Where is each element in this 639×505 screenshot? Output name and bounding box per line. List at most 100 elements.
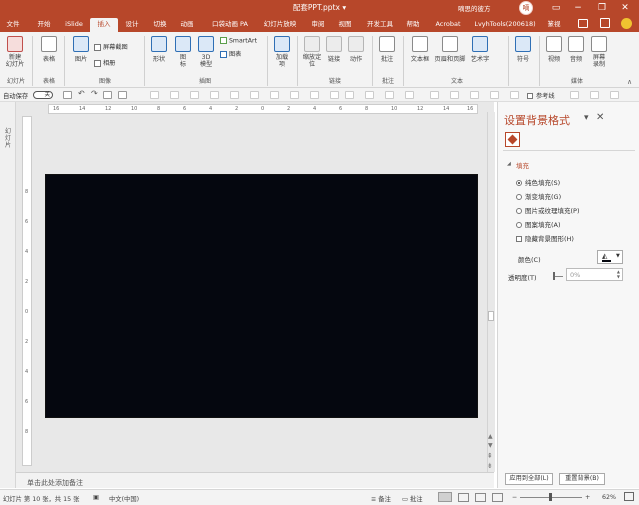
pane-options-icon[interactable]: ▾ bbox=[584, 113, 589, 123]
tab-review[interactable]: 审阅 bbox=[310, 16, 326, 32]
action-button[interactable]: 动作 bbox=[346, 36, 366, 63]
fit-to-window-icon[interactable] bbox=[624, 492, 634, 501]
toolbar-icon[interactable] bbox=[470, 91, 479, 99]
restore-icon[interactable]: ❐ bbox=[595, 2, 609, 14]
toolbar-icon[interactable] bbox=[405, 91, 414, 99]
album-button[interactable]: 相册 bbox=[94, 58, 115, 67]
solid-fill-option[interactable]: 纯色填充(S) bbox=[516, 177, 560, 187]
user-name[interactable]: 嘀思的彼方 bbox=[458, 3, 491, 13]
hide-background-checkbox[interactable]: 隐藏背景图形(H) bbox=[516, 233, 574, 243]
toolbar-icon[interactable] bbox=[150, 91, 159, 99]
slide-sorter-icon[interactable] bbox=[458, 493, 469, 502]
tab-extra[interactable]: 篆视 bbox=[545, 16, 563, 32]
tab-insert[interactable]: 插入 bbox=[90, 18, 118, 32]
toolbar-icon[interactable] bbox=[118, 91, 127, 99]
title-dropdown-icon[interactable]: ▾ bbox=[342, 3, 346, 12]
toolbar-icon[interactable] bbox=[250, 91, 259, 99]
tab-help[interactable]: 帮助 bbox=[405, 16, 421, 32]
comment-icon[interactable] bbox=[600, 18, 610, 28]
tab-transitions[interactable]: 切换 bbox=[151, 16, 169, 32]
scrollbar-thumb[interactable] bbox=[488, 311, 494, 321]
tab-animations[interactable]: 动画 bbox=[178, 16, 196, 32]
tab-design[interactable]: 设计 bbox=[123, 16, 141, 32]
header-footer-button[interactable]: 页眉和页脚 bbox=[433, 36, 467, 63]
slideshow-view-icon[interactable] bbox=[492, 493, 503, 502]
share-icon[interactable] bbox=[578, 19, 588, 28]
toolbar-icon[interactable] bbox=[385, 91, 394, 99]
undo-icon[interactable]: ↶ bbox=[78, 89, 85, 98]
notes-pane[interactable] bbox=[16, 472, 494, 488]
toolbar-icon[interactable] bbox=[270, 91, 279, 99]
vertical-scrollbar[interactable] bbox=[487, 112, 495, 472]
tab-slideshow[interactable]: 幻灯片放映 bbox=[262, 16, 298, 32]
tab-acrobat[interactable]: Acrobat bbox=[434, 16, 462, 32]
thumbnail-pane-collapsed[interactable] bbox=[0, 102, 16, 488]
zoom-out-icon[interactable]: − bbox=[512, 494, 517, 501]
toolbar-icon[interactable] bbox=[230, 91, 239, 99]
next-slide-icon[interactable]: ⇟ bbox=[487, 462, 493, 470]
prev-slide-icon[interactable]: ⇞ bbox=[487, 452, 493, 460]
symbol-button[interactable]: 符号 bbox=[512, 36, 534, 63]
video-button[interactable]: 视频 bbox=[544, 36, 564, 63]
zoom-in-icon[interactable]: + bbox=[585, 494, 590, 501]
pattern-fill-option[interactable]: 图案填充(A) bbox=[516, 219, 561, 229]
thumbnail-pane-label[interactable]: 幻灯片 bbox=[4, 128, 12, 149]
tab-lvyhtools[interactable]: LvyhTools(200618) bbox=[474, 16, 536, 32]
toolbar-icon[interactable] bbox=[430, 91, 439, 99]
collapse-section-icon[interactable]: ◢ bbox=[507, 161, 511, 167]
textbox-button[interactable]: 文本框 bbox=[408, 36, 432, 63]
toolbar-icon[interactable] bbox=[345, 91, 354, 99]
toolbar-icon[interactable] bbox=[210, 91, 219, 99]
chart-button[interactable]: 图表 bbox=[220, 49, 241, 58]
toolbar-icon[interactable] bbox=[590, 91, 599, 99]
gradient-fill-option[interactable]: 渐变填充(G) bbox=[516, 191, 561, 201]
icons-button[interactable]: 图 标 bbox=[172, 36, 194, 68]
picture-fill-option[interactable]: 图片或纹理填充(P) bbox=[516, 205, 580, 215]
scroll-up-icon[interactable]: ▲ bbox=[488, 433, 493, 440]
apply-to-all-button[interactable]: 应用到全部(L) bbox=[505, 473, 553, 485]
toolbar-icon[interactable] bbox=[570, 91, 579, 99]
toolbar-icon[interactable] bbox=[330, 91, 339, 99]
minimize-icon[interactable]: − bbox=[571, 2, 585, 14]
toolbar-icon[interactable] bbox=[365, 91, 374, 99]
fill-section-title[interactable]: 填充 bbox=[516, 160, 529, 170]
reset-background-button[interactable]: 重置背景(B) bbox=[559, 473, 605, 485]
tab-pocket-animation[interactable]: 口袋动画 PA bbox=[209, 16, 251, 32]
scroll-down-icon[interactable]: ▼ bbox=[488, 442, 493, 449]
normal-view-icon[interactable] bbox=[438, 492, 452, 502]
autosave-toggle[interactable]: 关 bbox=[33, 91, 53, 99]
tab-islide[interactable]: iSlide bbox=[63, 16, 85, 32]
zoom-slider-thumb[interactable] bbox=[549, 493, 552, 501]
zoom-level[interactable]: 62% bbox=[602, 494, 616, 501]
tab-home[interactable]: 开始 bbox=[35, 16, 53, 32]
toolbar-icon[interactable] bbox=[610, 91, 619, 99]
tab-developer[interactable]: 开发工具 bbox=[365, 16, 395, 32]
ribbon-display-icon[interactable]: ▭ bbox=[549, 2, 563, 14]
slide-canvas[interactable] bbox=[45, 174, 478, 418]
save-icon[interactable] bbox=[63, 91, 72, 99]
smartart-button[interactable]: SmartArt bbox=[220, 37, 257, 45]
toolbar-icon[interactable] bbox=[170, 91, 179, 99]
fill-bucket-icon[interactable] bbox=[505, 132, 520, 147]
toolbar-icon[interactable] bbox=[290, 91, 299, 99]
smiley-icon[interactable] bbox=[621, 18, 632, 29]
start-slideshow-icon[interactable] bbox=[103, 91, 112, 99]
zoom-button[interactable]: 缩放定 位 bbox=[301, 36, 323, 68]
toolbar-icon[interactable] bbox=[490, 91, 499, 99]
close-icon[interactable]: ✕ bbox=[618, 2, 632, 14]
tab-view[interactable]: 视图 bbox=[337, 16, 353, 32]
toolbar-icon[interactable] bbox=[510, 91, 519, 99]
toolbar-icon[interactable] bbox=[310, 91, 319, 99]
notes-toggle[interactable]: ≡ 备注 bbox=[371, 494, 391, 503]
guides-checkbox[interactable]: 参考线 bbox=[527, 91, 555, 100]
table-button[interactable]: 表格 bbox=[38, 36, 60, 63]
toolbar-icon[interactable] bbox=[450, 91, 459, 99]
shapes-button[interactable]: 形状 bbox=[148, 36, 170, 63]
slider-thumb[interactable] bbox=[553, 272, 555, 280]
link-button[interactable]: 链接 bbox=[324, 36, 344, 63]
notes-placeholder[interactable]: 单击此处添加备注 bbox=[27, 478, 83, 488]
comments-toggle[interactable]: ▭ 批注 bbox=[402, 494, 423, 503]
color-picker-button[interactable]: ◭ ▼ bbox=[597, 250, 623, 264]
comment-button[interactable]: 批注 bbox=[376, 36, 398, 63]
transparency-input[interactable]: 0% ▲ ▼ bbox=[566, 268, 623, 281]
